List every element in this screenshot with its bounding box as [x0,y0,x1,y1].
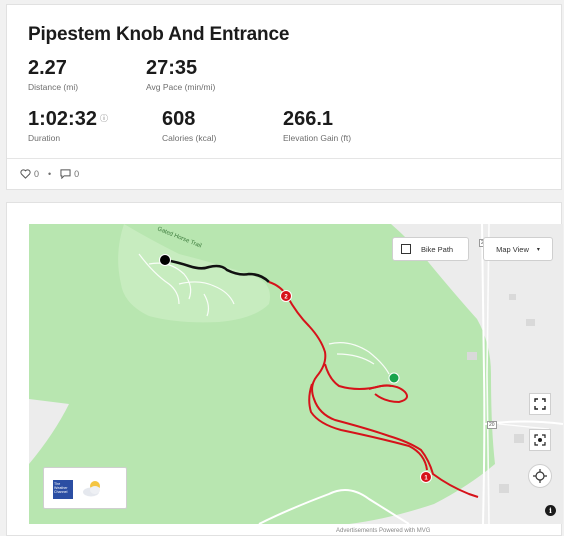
comment-count: 0 [74,169,80,179]
stat-distance-label: Distance (mi) [28,82,79,92]
bike-path-label: Bike Path [421,244,454,254]
chevron-down-icon: ▾ [536,246,540,253]
stat-calories-label: Calories (kcal) [162,133,217,143]
info-icon[interactable]: ⓘ [100,114,108,123]
bike-path-toggle[interactable]: Bike Path [392,237,469,261]
like-count: 0 [34,169,40,179]
stat-duration: 1:02:32 ⓘ Duration [28,108,108,143]
stat-calories: 608 Calories (kcal) [162,108,216,143]
ads-footnote: Advertisements Powered with MVG [336,528,431,534]
stat-elevation-label: Elevation Gain (ft) [283,133,352,143]
stat-distance-value: 2.27 [28,57,67,79]
route-map[interactable]: Gated Horse Trail 2 1 20 Bike Path Map V… [29,224,563,524]
map-info-button[interactable]: i [545,505,556,516]
map-view-label: Map View [496,244,529,254]
activity-summary-card: Pipestem Knob And Entrance 2.27 Distance… [6,4,562,190]
heart-icon [20,169,31,179]
map-view-dropdown[interactable]: Map View ▾ [483,237,553,261]
stat-distance: 2.27 Distance (mi) [28,57,78,92]
like-button[interactable]: 0 [20,169,39,179]
stat-duration-label: Duration [28,133,61,143]
partly-cloudy-icon [83,481,100,497]
weather-widget[interactable]: The Weather Channel [43,467,127,509]
stat-elevation: 266.1 Elevation Gain (ft) [283,108,351,143]
start-marker[interactable] [388,372,400,384]
my-location-button[interactable] [528,464,552,488]
crosshair-icon [533,469,547,483]
stat-pace-label: Avg Pace (min/mi) [146,82,216,92]
route-map-card: Gated Horse Trail 2 1 20 Bike Path Map V… [6,202,563,536]
social-bar: 0 • 0 [20,169,79,179]
activity-title: Pipestem Knob And Entrance [28,24,290,45]
card-divider [7,158,561,159]
road-shield: 20 [487,421,497,429]
comment-button[interactable]: 0 [60,169,79,179]
fullscreen-icon [534,398,546,410]
focus-icon [534,434,546,446]
mile-marker-1[interactable]: 1 [420,471,432,483]
stat-duration-value: 1:02:32 [28,108,97,130]
stat-elevation-value: 266.1 [283,108,334,130]
stat-pace: 27:35 Avg Pace (min/mi) [146,57,215,92]
bike-path-checkbox[interactable] [401,244,411,254]
fullscreen-button[interactable] [529,393,551,415]
weather-channel-logo: The Weather Channel [53,480,73,499]
stat-pace-value: 27:35 [146,57,198,79]
comment-icon [60,169,71,179]
recenter-button[interactable] [529,429,551,451]
separator-dot: • [48,169,52,179]
end-marker[interactable] [159,254,171,266]
stat-calories-value: 608 [162,108,196,130]
mile-marker-2[interactable]: 2 [280,290,292,302]
